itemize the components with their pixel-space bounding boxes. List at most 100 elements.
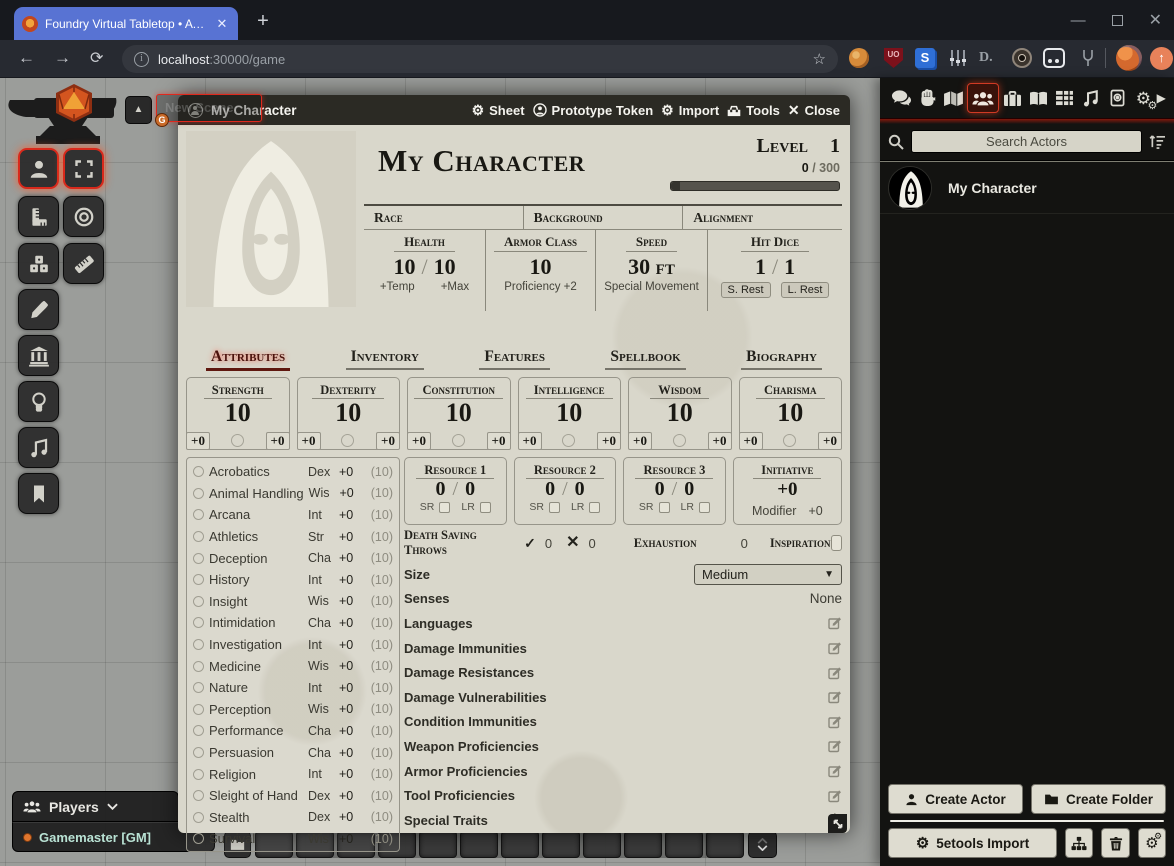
inspiration-checkbox[interactable] <box>831 535 842 551</box>
proficiency-toggle[interactable] <box>673 434 686 447</box>
screenshot-extension-icon[interactable] <box>1043 48 1065 68</box>
skill-row[interactable]: Survival Wis +0 (10) <box>187 828 399 850</box>
skill-proficiency-radio[interactable] <box>193 639 204 650</box>
macro-slot[interactable] <box>460 831 498 858</box>
alignment-field[interactable]: Alignment <box>683 206 842 229</box>
browser-tab[interactable]: Foundry Virtual Tabletop • A Stan ✕ <box>14 7 238 40</box>
proficiency-toggle[interactable] <box>562 434 575 447</box>
macro-slot[interactable] <box>665 831 703 858</box>
ability-mod-chip[interactable]: +0 <box>376 432 400 450</box>
select-targets-tool[interactable] <box>63 148 104 189</box>
edit-icon[interactable] <box>828 739 842 753</box>
skill-proficiency-radio[interactable] <box>193 790 204 801</box>
ability-mod-chip[interactable]: +0 <box>818 432 842 450</box>
cookie-extension-icon[interactable] <box>849 48 869 68</box>
skill-proficiency-radio[interactable] <box>193 553 204 564</box>
new-tab-button[interactable]: + <box>250 9 276 35</box>
window-minimize-button[interactable]: — <box>1071 12 1086 29</box>
skill-row[interactable]: Insight Wis +0 (10) <box>187 591 399 613</box>
select-tokens-tool[interactable] <box>18 148 59 189</box>
tools-button[interactable]: Tools <box>727 103 780 118</box>
speed-stat[interactable]: Speed 30 ft Special Movement <box>596 230 708 311</box>
tab-journal-icon[interactable] <box>1025 85 1051 111</box>
death-save-failure-count[interactable]: 0 <box>588 536 595 551</box>
tab-items-icon[interactable] <box>999 85 1025 111</box>
skill-proficiency-radio[interactable] <box>193 769 204 780</box>
skill-row[interactable]: Sleight of Hand Dex +0 (10) <box>187 785 399 807</box>
walls-temple-tool[interactable] <box>18 335 59 376</box>
skill-proficiency-radio[interactable] <box>193 488 204 499</box>
character-name-field[interactable]: My Character <box>378 143 585 179</box>
skill-row[interactable]: Persuasion Cha +0 (10) <box>187 742 399 764</box>
tab-spellbook[interactable]: Spellbook <box>605 348 685 370</box>
reload-button[interactable]: ⟳ <box>90 48 103 68</box>
skill-proficiency-radio[interactable] <box>193 531 204 542</box>
skill-row[interactable]: Investigation Int +0 (10) <box>187 634 399 656</box>
skill-row[interactable]: Religion Int +0 (10) <box>187 763 399 785</box>
ability-save-chip[interactable]: +0 <box>628 432 652 450</box>
skill-row[interactable]: Deception Cha +0 (10) <box>187 547 399 569</box>
players-header[interactable]: Players <box>12 791 179 822</box>
ability-block[interactable]: Wisdom 10 +0 +0 <box>628 377 732 450</box>
death-save-failure-icon[interactable]: ✕ <box>566 536 579 550</box>
edit-icon[interactable] <box>828 690 842 704</box>
death-save-success-count[interactable]: 0 <box>545 536 552 551</box>
proficiency-toggle[interactable] <box>452 434 465 447</box>
skill-row[interactable]: Arcana Int +0 (10) <box>187 504 399 526</box>
sheet-config-button[interactable]: ⚙Sheet <box>472 103 525 118</box>
proficiency-toggle[interactable] <box>231 434 244 447</box>
tab-actors-icon[interactable] <box>967 83 999 113</box>
drawings-pencil-tool[interactable] <box>18 289 59 330</box>
skill-proficiency-radio[interactable] <box>193 661 204 672</box>
browser-profile-avatar[interactable] <box>1116 45 1142 71</box>
bookmark-star-icon[interactable]: ☆ <box>813 50 826 68</box>
measured-template-tool[interactable] <box>63 196 104 237</box>
long-rest-button[interactable]: L. Rest <box>781 282 830 298</box>
health-stat[interactable]: Health 10/10 +Temp+Max <box>364 230 486 311</box>
ability-block[interactable]: Charisma 10 +0 +0 <box>739 377 843 450</box>
hotbar-page-button[interactable] <box>748 831 777 858</box>
long-rest-checkbox[interactable] <box>480 502 491 513</box>
window-maximize-button[interactable] <box>1112 15 1123 26</box>
ability-mod-chip[interactable]: +0 <box>266 432 290 450</box>
tab-tables-icon[interactable] <box>1052 85 1078 111</box>
lighting-bulb-tool[interactable] <box>18 381 59 422</box>
short-rest-checkbox[interactable] <box>659 502 670 513</box>
ability-mod-chip[interactable]: +0 <box>487 432 511 450</box>
tab-biography[interactable]: Biography <box>741 348 822 370</box>
macro-slot[interactable] <box>706 831 744 858</box>
ability-mod-chip[interactable]: +0 <box>708 432 732 450</box>
scene-nav-item[interactable]: New Scene G <box>156 94 262 122</box>
skill-proficiency-radio[interactable] <box>193 682 204 693</box>
skill-proficiency-radio[interactable] <box>193 747 204 758</box>
skill-proficiency-radio[interactable] <box>193 833 204 844</box>
macro-slot[interactable] <box>501 831 539 858</box>
lens-extension-icon[interactable] <box>1012 48 1032 68</box>
ability-save-chip[interactable]: +0 <box>739 432 763 450</box>
initiative-box[interactable]: Initiative +0 Modifier+0 <box>733 457 842 525</box>
window-resize-handle[interactable] <box>828 814 847 833</box>
actor-list-item[interactable]: My Character <box>880 162 1174 214</box>
skill-row[interactable]: Nature Int +0 (10) <box>187 677 399 699</box>
skill-row[interactable]: Performance Cha +0 (10) <box>187 720 399 742</box>
tab-attributes[interactable]: Attributes <box>206 348 290 371</box>
tuning-fork-extension-icon[interactable] <box>1078 48 1098 68</box>
window-close-button[interactable]: ✕ <box>1149 10 1162 30</box>
ability-block[interactable]: Constitution 10 +0 +0 <box>407 377 511 450</box>
proficiency-toggle[interactable] <box>341 434 354 447</box>
sidebar-collapse-icon[interactable]: ▶ <box>1157 91 1166 105</box>
background-field[interactable]: Background <box>524 206 684 229</box>
search-actors-input[interactable] <box>911 130 1142 153</box>
edit-icon[interactable] <box>828 715 842 729</box>
close-sheet-button[interactable]: ✕Close <box>788 103 840 118</box>
skill-row[interactable]: Acrobatics Dex +0 (10) <box>187 461 399 483</box>
resource-box[interactable]: Resource 3 0/0 SRLR <box>623 457 726 525</box>
skill-row[interactable]: Intimidation Cha +0 (10) <box>187 612 399 634</box>
skill-row[interactable]: Perception Wis +0 (10) <box>187 699 399 721</box>
edit-icon[interactable] <box>828 666 842 680</box>
address-bar[interactable]: i localhost:30000/game ☆ <box>122 45 838 73</box>
character-portrait[interactable] <box>186 131 356 307</box>
site-info-icon[interactable]: i <box>134 52 149 67</box>
skill-proficiency-radio[interactable] <box>193 596 204 607</box>
tab-inventory[interactable]: Inventory <box>346 348 424 370</box>
